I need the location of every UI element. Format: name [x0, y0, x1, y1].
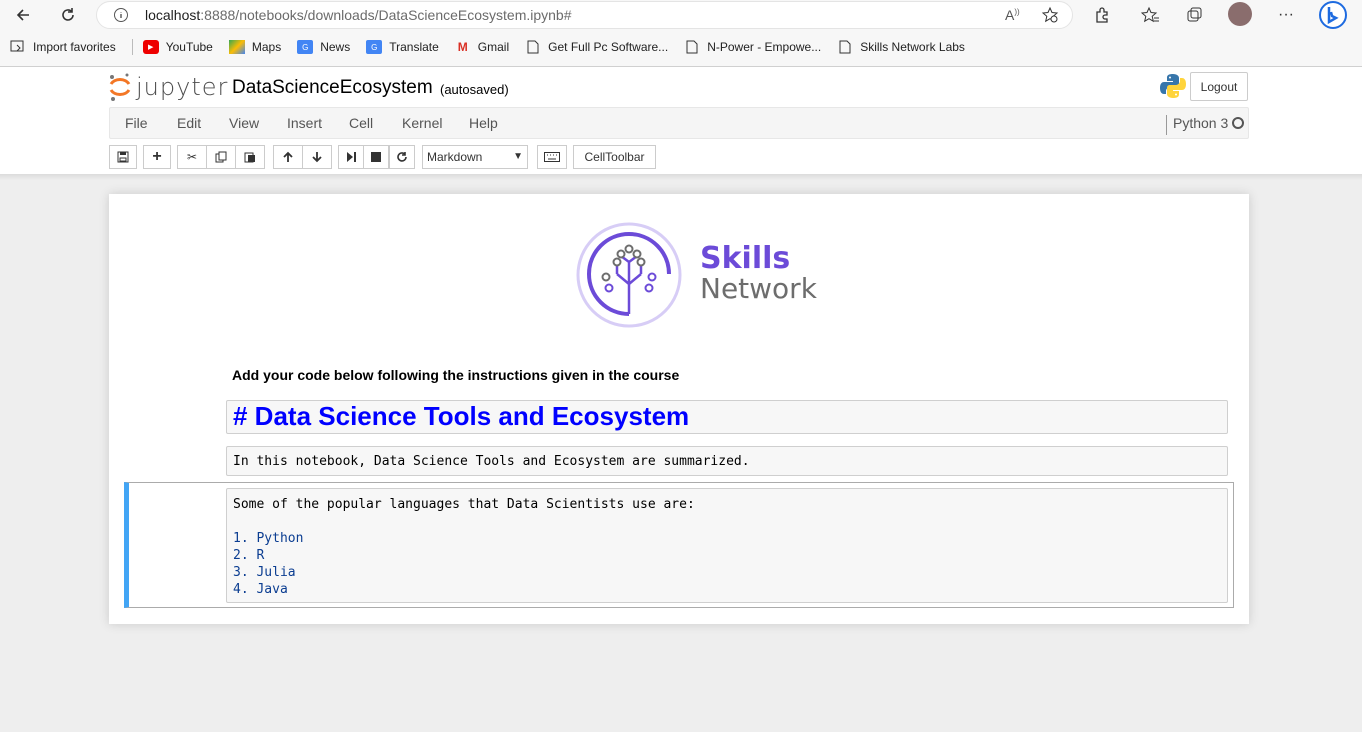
notebook-title[interactable]: DataScienceEcosystem [232, 77, 433, 99]
instructions-text: Add your code below following the instru… [232, 367, 680, 383]
add-favorite-icon[interactable] [1041, 6, 1059, 27]
markdown-cell-intro[interactable]: In this notebook, Data Science Tools and… [226, 446, 1228, 476]
cell-type-value: Markdown [427, 150, 483, 164]
run-button[interactable] [338, 145, 364, 169]
url-text[interactable]: localhost:8888/notebooks/downloads/DataS… [145, 7, 572, 23]
address-bar[interactable]: localhost:8888/notebooks/downloads/DataS… [96, 1, 1073, 29]
bookmark-skills-network-labs[interactable]: Skills Network Labs [837, 40, 965, 54]
menu-bar: File Edit View Insert Cell Kernel Help P… [109, 107, 1249, 139]
stop-icon [371, 152, 381, 162]
scissors-icon: ✂ [186, 150, 198, 164]
bookmark-translate[interactable]: G Translate [366, 40, 439, 54]
import-icon [10, 40, 26, 54]
celltoolbar-button[interactable]: CellToolbar [573, 145, 656, 169]
notebook-toolbar: + ✂ Markdown ▼ CellToolbar [109, 145, 1249, 169]
copy-button[interactable] [206, 145, 236, 169]
copy-icon [215, 151, 227, 163]
menu-kernel[interactable]: Kernel [402, 115, 442, 131]
menu-edit[interactable]: Edit [177, 115, 201, 131]
menu-help[interactable]: Help [469, 115, 498, 131]
intro-cell-source: In this notebook, Data Science Tools and… [233, 454, 750, 469]
command-palette-button[interactable] [537, 145, 567, 169]
interrupt-button[interactable] [363, 145, 389, 169]
profile-avatar[interactable] [1228, 2, 1252, 26]
extensions-icon[interactable] [1090, 4, 1114, 26]
list-item: 2. R [233, 548, 265, 563]
bookmark-get-full-pc-software[interactable]: Get Full Pc Software... [525, 40, 668, 54]
bookmark-news[interactable]: G News [297, 40, 350, 54]
chevron-down-icon: ▼ [513, 151, 523, 162]
save-icon [117, 151, 129, 163]
skills-network-tree-icon [576, 222, 682, 328]
bookmark-import-favorites[interactable]: Import favorites [10, 40, 116, 54]
back-icon[interactable] [12, 4, 34, 26]
save-button[interactable] [109, 145, 137, 169]
autosave-status: (autosaved) [440, 82, 509, 97]
refresh-icon[interactable] [57, 4, 79, 26]
youtube-icon: ▶ [142, 40, 159, 54]
menu-cell[interactable]: Cell [349, 115, 373, 131]
jupyter-logo-text: jupyter [136, 73, 229, 101]
more-icon[interactable]: ··· [1274, 4, 1298, 26]
menu-insert[interactable]: Insert [287, 115, 322, 131]
paste-button[interactable] [235, 145, 265, 169]
arrow-up-icon [283, 151, 293, 162]
move-up-button[interactable] [273, 145, 303, 169]
skills-network-logo [576, 222, 682, 328]
refresh-icon [397, 152, 407, 162]
arrow-down-icon [312, 152, 322, 163]
python-logo-icon [1159, 72, 1187, 100]
bookmark-youtube[interactable]: ▶ YouTube [142, 40, 213, 54]
news-icon: G [297, 40, 314, 54]
restart-button[interactable] [389, 145, 415, 169]
menu-view[interactable]: View [229, 115, 259, 131]
markdown-cell-languages[interactable]: Some of the popular languages that Data … [226, 488, 1228, 603]
bookmark-gmail[interactable]: M Gmail [455, 40, 509, 54]
info-icon[interactable] [113, 7, 129, 26]
list-item: 3. Julia [233, 565, 296, 580]
list-item: 4. Java [233, 582, 288, 597]
gmail-icon: M [457, 40, 468, 54]
cell-type-select[interactable]: Markdown ▼ [422, 145, 528, 169]
list-item: 1. Python [233, 531, 304, 546]
skills-network-logo-line2: Network [700, 272, 817, 305]
kernel-name: Python 3 [1166, 115, 1228, 135]
page-icon [525, 40, 541, 54]
kernel-status-icon [1232, 117, 1244, 129]
languages-intro: Some of the popular languages that Data … [233, 497, 695, 512]
skills-network-logo-line1: Skills [700, 241, 791, 276]
insert-cell-button[interactable]: + [143, 145, 171, 169]
menu-file[interactable]: File [125, 115, 148, 131]
favorites-icon[interactable] [1138, 4, 1162, 26]
bookmark-separator [131, 39, 133, 55]
jupyter-logo-icon [109, 73, 131, 101]
maps-icon [228, 40, 245, 54]
heading-cell-source: # Data Science Tools and Ecosystem [233, 401, 690, 431]
header-shadow [0, 174, 1362, 180]
collections-icon[interactable] [1182, 4, 1206, 26]
page-icon [837, 40, 853, 54]
read-aloud-icon[interactable]: A)) [1005, 7, 1020, 23]
bookmarks-bar: Import favorites ▶ YouTube Maps G News G… [0, 36, 1362, 58]
plus-icon: + [152, 148, 162, 165]
step-forward-icon [347, 152, 356, 162]
logout-button[interactable]: Logout [1190, 72, 1248, 101]
translate-icon: G [366, 40, 383, 54]
keyboard-icon [544, 152, 560, 162]
browser-chrome: localhost:8888/notebooks/downloads/DataS… [0, 0, 1362, 67]
move-down-button[interactable] [302, 145, 332, 169]
bookmark-n-power[interactable]: N-Power - Empowe... [684, 40, 821, 54]
paste-icon [244, 152, 255, 163]
jupyter-logo[interactable]: jupyter [108, 72, 228, 102]
bing-icon[interactable] [1318, 0, 1348, 30]
cut-button[interactable]: ✂ [177, 145, 207, 169]
bookmark-maps[interactable]: Maps [228, 40, 281, 54]
page-icon [684, 40, 700, 54]
markdown-cell-heading[interactable]: # Data Science Tools and Ecosystem [226, 400, 1228, 434]
